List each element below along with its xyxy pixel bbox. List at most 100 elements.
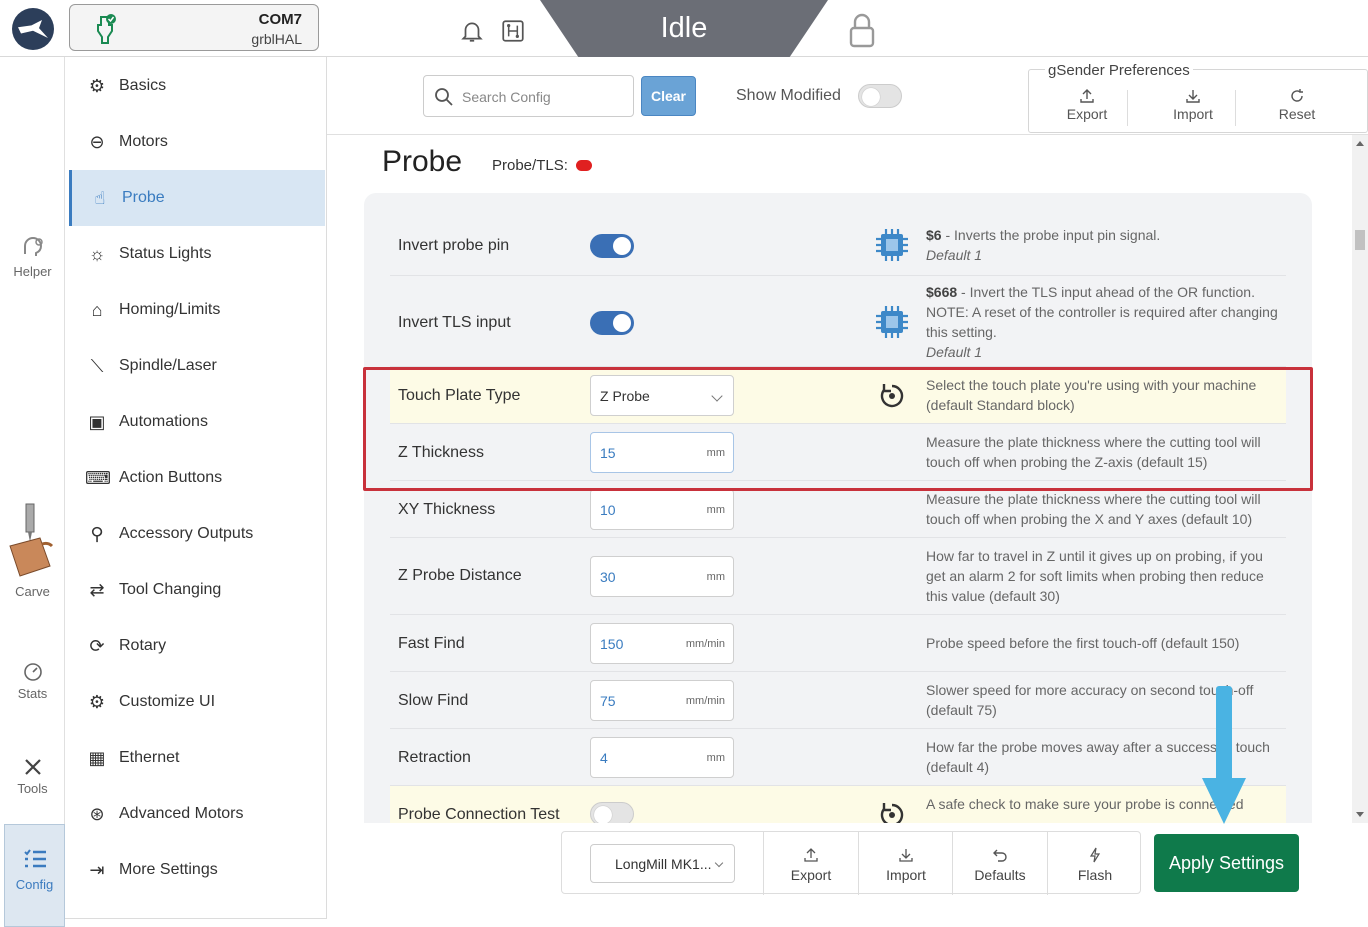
sidebar-item-accessory-outputs[interactable]: ⚲ Accessory Outputs	[69, 506, 325, 562]
reset-default-icon[interactable]	[872, 795, 912, 823]
setting-label: Fast Find	[398, 635, 465, 652]
setting-code: $668	[926, 284, 958, 300]
sidebar-item-more-settings[interactable]: ⇥ More Settings	[69, 842, 325, 898]
sidebar-item-probe[interactable]: ☝ Probe	[69, 170, 325, 226]
setting-row-slow-find: Slow Find 75 mm/min Slower speed for mor…	[390, 672, 1286, 729]
prefs-reset-button[interactable]: Reset	[1257, 88, 1337, 128]
customize-icon: ⚙	[88, 692, 106, 712]
sidebar-item-label: Accessory Outputs	[119, 525, 254, 542]
annotation-highlight-box	[363, 367, 1313, 491]
setting-label: Probe Connection Test	[398, 806, 560, 823]
rail-stats[interactable]: Stats	[0, 662, 65, 701]
workflow-icon[interactable]	[500, 18, 526, 44]
chevron-down-icon	[714, 858, 724, 868]
sidebar-item-action-buttons[interactable]: ⌨ Action Buttons	[69, 450, 325, 506]
lock-icon[interactable]	[848, 12, 876, 48]
sidebar-item-customize-ui[interactable]: ⚙ Customize UI	[69, 674, 325, 730]
prefs-import-button[interactable]: Import	[1153, 88, 1233, 128]
search-input[interactable]	[462, 86, 622, 108]
vertical-scrollbar[interactable]	[1352, 135, 1368, 823]
sidebar-item-status-lights[interactable]: ☼ Status Lights	[69, 226, 325, 282]
annotation-arrow	[1202, 686, 1246, 824]
rail-carve[interactable]: Carve	[0, 502, 65, 599]
sidebar-item-label: Probe	[122, 189, 165, 206]
footer-flash-button[interactable]: Flash	[1047, 832, 1142, 895]
setting-row-invert-probe-pin: Invert probe pin $6 - Inverts the probe …	[390, 211, 1286, 276]
sidebar-item-basics[interactable]: ⚙ Basics	[69, 58, 325, 114]
rail-config[interactable]: Config	[4, 824, 65, 927]
sidebar-item-label: Spindle/Laser	[119, 357, 217, 374]
setting-label: Slow Find	[398, 692, 469, 709]
scroll-up-arrow[interactable]	[1356, 141, 1364, 146]
download-icon	[899, 849, 913, 862]
footer-import-button[interactable]: Import	[858, 832, 953, 895]
probe-settings-card: Invert probe pin $6 - Inverts the probe …	[364, 193, 1312, 823]
input-value: 10	[600, 502, 616, 518]
sidebar-item-label: Homing/Limits	[119, 301, 221, 318]
probe-status-label: Probe/TLS:	[492, 157, 568, 174]
sidebar-item-tool-changing[interactable]: ⇄ Tool Changing	[69, 562, 325, 618]
slow-find-input[interactable]: 75 mm/min	[590, 680, 734, 721]
sidebar-item-motors[interactable]: ⊖ Motors	[69, 114, 325, 170]
prefs-import-label: Import	[1173, 106, 1213, 122]
fast-find-input[interactable]: 150 mm/min	[590, 623, 734, 664]
sidebar-item-label: Rotary	[119, 637, 167, 654]
tools-icon	[24, 759, 41, 775]
rail-helper[interactable]: Helper	[0, 232, 65, 279]
sidebar-item-label: Status Lights	[119, 245, 212, 262]
input-value: 150	[600, 636, 624, 652]
clear-button[interactable]: Clear	[641, 76, 696, 116]
sidebar-item-homing-limits[interactable]: ⌂ Homing/Limits	[69, 282, 325, 338]
config-sidebar: ⚙ Basics ⊖ Motors ☝ Probe ☼ Status Lights ⌂ H…	[65, 57, 327, 919]
upload-icon	[1080, 89, 1094, 103]
usb-connected-icon	[97, 14, 116, 44]
sidebar-item-rotary[interactable]: ⟳ Rotary	[69, 618, 325, 674]
prefs-export-label: Export	[1066, 106, 1108, 122]
sidebar-item-label: Basics	[119, 77, 167, 94]
xy-thickness-input[interactable]: 10 mm	[590, 489, 734, 530]
prefs-export-button[interactable]: Export	[1047, 88, 1127, 128]
bell-icon[interactable]	[459, 18, 485, 44]
setting-row-probe-connection-test: Probe Connection Test A safe check to ma…	[390, 786, 1286, 823]
setting-row-invert-tls-input: Invert TLS input $668 - Invert the TLS i…	[390, 276, 1286, 367]
show-modified-toggle[interactable]	[858, 84, 902, 108]
sidebar-item-label: Motors	[119, 133, 168, 150]
rail-stats-label: Stats	[17, 686, 48, 701]
search-icon	[435, 88, 453, 106]
invert-tls-input-toggle[interactable]	[590, 311, 634, 335]
carve-icon	[8, 503, 53, 577]
footer-defaults-button[interactable]: Defaults	[952, 832, 1047, 895]
scroll-down-arrow[interactable]	[1356, 812, 1364, 817]
top-bar: COM7 grblHAL Idle	[0, 0, 1368, 60]
setting-description: $6 - Inverts the probe input pin signal.…	[926, 227, 1161, 263]
sidebar-item-automations[interactable]: ▣ Automations	[69, 394, 325, 450]
probe-connection-test-toggle[interactable]	[590, 802, 634, 823]
sidebar-item-ethernet[interactable]: ▦ Ethernet	[69, 730, 325, 786]
input-value: 30	[600, 569, 616, 585]
lightning-icon	[1089, 847, 1101, 863]
advanced-motor-icon: ⊛	[89, 804, 105, 824]
connection-widget[interactable]: COM7 grblHAL	[69, 4, 319, 51]
setting-label: Invert TLS input	[398, 314, 511, 331]
scroll-thumb[interactable]	[1355, 230, 1365, 250]
setting-description: Probe speed before the first touch-off (…	[926, 635, 1240, 651]
apply-settings-button[interactable]: Apply Settings	[1154, 834, 1299, 892]
sidebar-item-spindle-laser[interactable]: ⟍ Spindle/Laser	[69, 338, 325, 394]
input-unit: mm	[706, 752, 725, 764]
z-probe-distance-input[interactable]: 30 mm	[590, 556, 734, 597]
footer-export-button[interactable]: Export	[763, 832, 858, 895]
input-value: 75	[600, 693, 616, 709]
invert-probe-pin-toggle[interactable]	[590, 234, 634, 258]
sidebar-item-label: Customize UI	[119, 693, 216, 710]
retraction-input[interactable]: 4 mm	[590, 737, 734, 778]
setting-description: Measure the plate thickness where the cu…	[926, 491, 1261, 527]
footer-import-label: Import	[886, 867, 926, 883]
nav-rail: Helper Carve Stats Tools Config	[0, 57, 65, 927]
rail-tools[interactable]: Tools	[0, 757, 65, 796]
more-settings-icon: ⇥	[89, 860, 105, 880]
footer-toolbar: LongMill MK1... Export Import Defaults F…	[561, 831, 1142, 895]
machine-profile-select[interactable]: LongMill MK1...	[590, 844, 735, 883]
sidebar-item-advanced-motors[interactable]: ⊛ Advanced Motors	[69, 786, 325, 842]
probe-status-indicator	[576, 160, 592, 171]
setting-row-z-probe-distance: Z Probe Distance 30 mm How far to travel…	[390, 538, 1286, 615]
